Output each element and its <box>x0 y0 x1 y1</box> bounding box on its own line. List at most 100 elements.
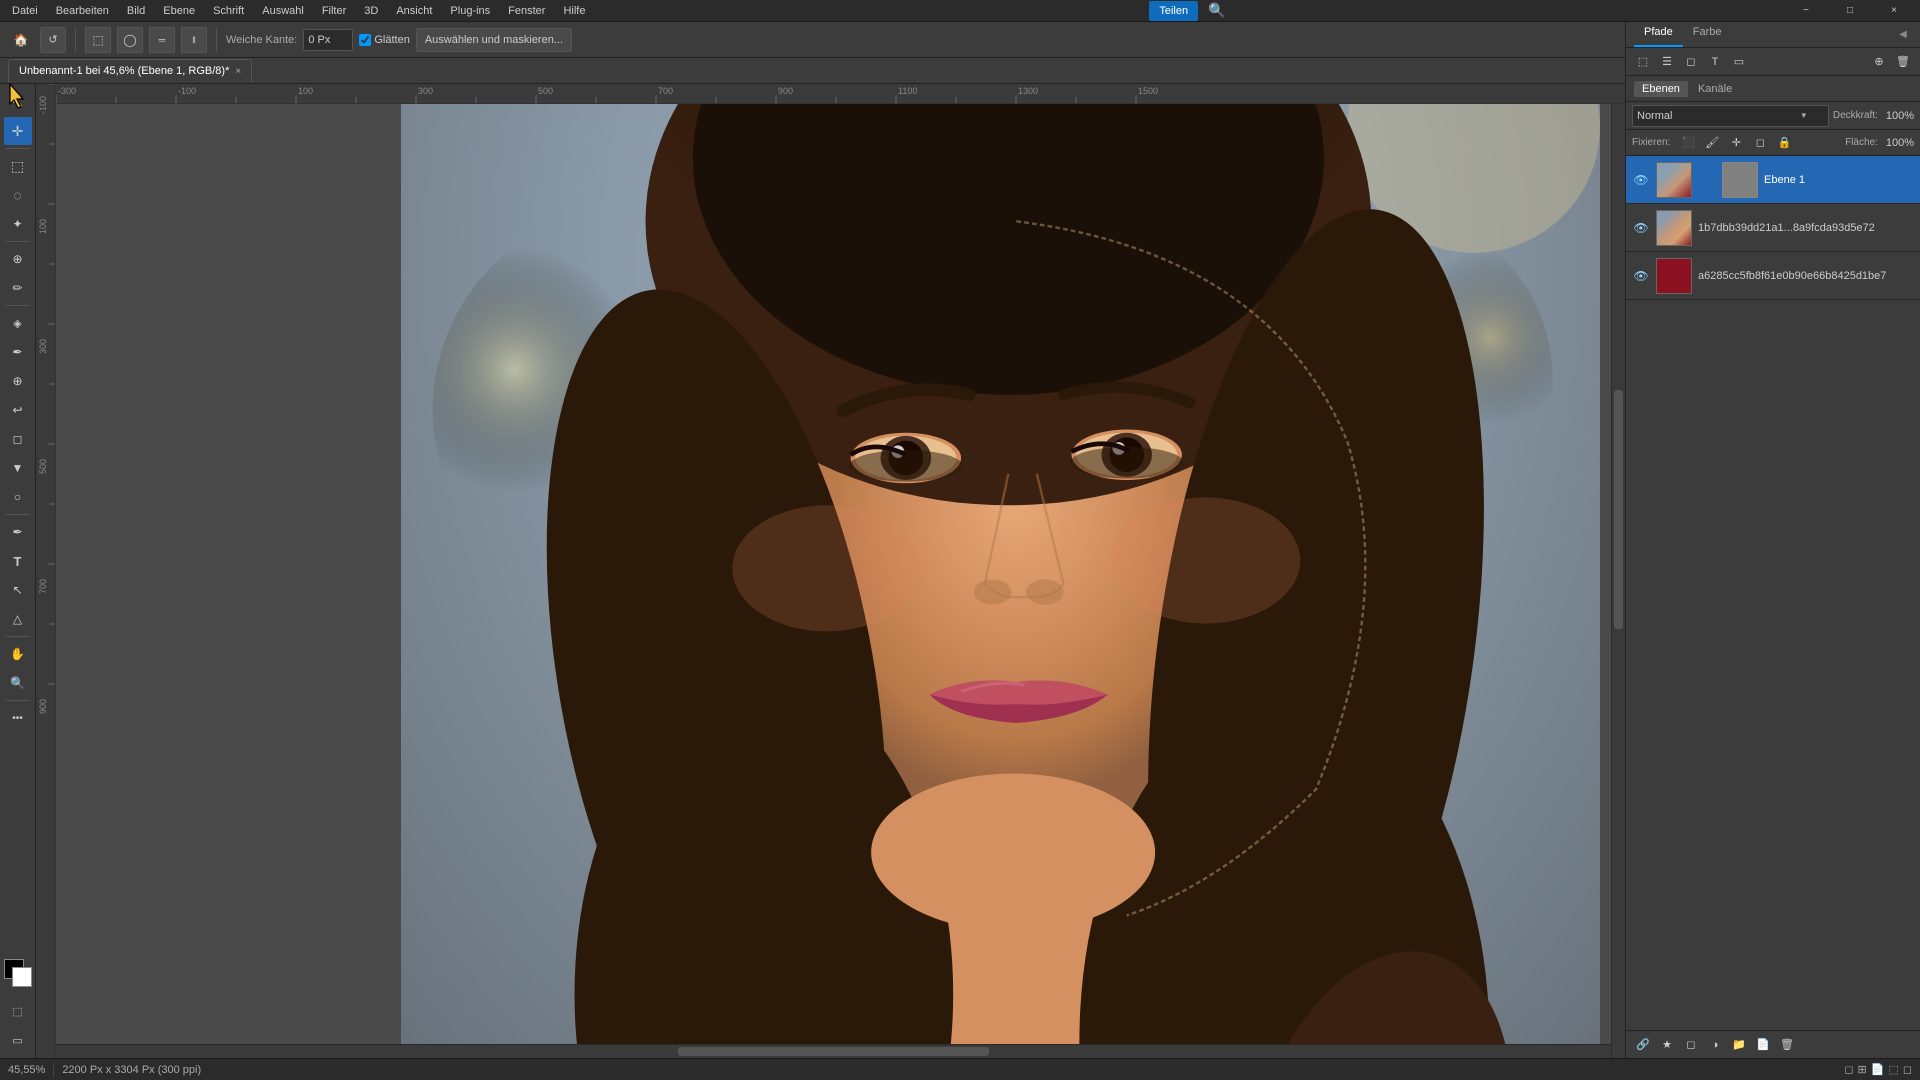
stamp-tool[interactable]: ⊕ <box>4 367 32 395</box>
dodge-tool[interactable]: ○ <box>4 483 32 511</box>
history-brush-tool[interactable]: ↩ <box>4 396 32 424</box>
glatten-checkbox[interactable]: Glätten <box>359 34 409 46</box>
search-icon[interactable]: 🔍 <box>1206 0 1228 22</box>
new-layer-from-path-icon[interactable]: ⬚ <box>1632 51 1654 73</box>
path-select-tool[interactable]: ↖ <box>4 576 32 604</box>
menu-auswahl[interactable]: Auswahl <box>254 3 312 19</box>
delete-icon[interactable]: 🗑 <box>1892 51 1914 73</box>
shape-tool[interactable]: △ <box>4 605 32 633</box>
document-dimensions: 2200 Px x 3304 Px (300 ppi) <box>62 1064 201 1076</box>
brush-tool[interactable]: ✒ <box>4 338 32 366</box>
layers-tab-ebenen[interactable]: Ebenen <box>1634 81 1688 97</box>
status-icon-2[interactable]: ⊞ <box>1858 1063 1867 1076</box>
svg-text:700: 700 <box>658 86 673 96</box>
create-group-icon[interactable]: T <box>1704 51 1726 73</box>
canvas-area[interactable] <box>56 104 1625 1058</box>
move-tool[interactable]: ✛ <box>4 117 32 145</box>
layer-thumbnail <box>1656 258 1692 294</box>
opacity-value[interactable]: 100% <box>1886 110 1914 122</box>
eyedropper-tool[interactable]: ✏ <box>4 274 32 302</box>
add-layer-mask-icon[interactable]: ◻ <box>1680 51 1702 73</box>
adjustment-layer-icon[interactable]: ▭ <box>1728 51 1750 73</box>
eraser-tool[interactable]: ◻ <box>4 425 32 453</box>
history-back-icon[interactable]: ↺ <box>40 27 66 53</box>
arrow-cursor-icon: ↖ <box>4 88 32 116</box>
lock-artboard-icon[interactable]: ◻ <box>1750 133 1770 153</box>
link-layers-icon[interactable]: 🔗 <box>1632 1034 1654 1056</box>
create-adjustment-icon[interactable]: ◑ <box>1704 1034 1726 1056</box>
close-button[interactable]: × <box>1872 0 1916 22</box>
single-row-icon[interactable]: ═ <box>149 27 175 53</box>
zoom-tool[interactable]: 🔍 <box>4 669 32 697</box>
delete-layer-icon[interactable]: 🗑 <box>1776 1034 1798 1056</box>
selection-tool[interactable]: ⬚ <box>4 152 32 180</box>
new-layer-bottom-icon[interactable]: 📄 <box>1752 1034 1774 1056</box>
document-tab[interactable]: Unbenannt-1 bei 45,6% (Ebene 1, RGB/8)* … <box>8 59 252 83</box>
menu-hilfe[interactable]: Hilfe <box>555 3 593 19</box>
status-icon-3[interactable]: 📄 <box>1871 1063 1885 1076</box>
panel-collapse-icon[interactable]: ◀ <box>1894 26 1912 44</box>
pen-tool[interactable]: ✒ <box>4 518 32 546</box>
tool-separator-6 <box>6 700 30 701</box>
lock-image-icon[interactable]: 🖌 <box>1702 133 1722 153</box>
add-mask-icon[interactable]: ◻ <box>1680 1034 1702 1056</box>
rect-select-icon[interactable]: ⬚ <box>85 27 111 53</box>
scrollbar-vertical[interactable] <box>1611 104 1625 1058</box>
new-layer-icon[interactable]: ☰ <box>1656 51 1678 73</box>
toolbar-separator-2 <box>216 28 217 52</box>
menu-ansicht[interactable]: Ansicht <box>388 3 440 19</box>
hand-tool[interactable]: ✋ <box>4 640 32 668</box>
tab-pfade[interactable]: Pfade <box>1634 22 1683 47</box>
magic-wand-tool[interactable]: ✦ <box>4 210 32 238</box>
status-icon-1[interactable]: ◻ <box>1844 1063 1853 1076</box>
menu-bild[interactable]: Bild <box>119 3 153 19</box>
menu-datei[interactable]: Datei <box>4 3 46 19</box>
crop-tool[interactable]: ⊕ <box>4 245 32 273</box>
layer-item[interactable]: 👁 1b7dbb39dd21a1...8a9fcda93d5e72 <box>1626 204 1920 252</box>
layers-list: 👁 Ebene 1 👁 1b7dbb39dd21a1...8a9fcda93d5… <box>1626 156 1920 1030</box>
tab-farbe[interactable]: Farbe <box>1683 22 1732 47</box>
status-icon-4[interactable]: ⬚ <box>1888 1063 1898 1076</box>
column-icon[interactable]: ‖ <box>181 27 207 53</box>
lock-position-icon[interactable]: ✛ <box>1726 133 1746 153</box>
circle-select-icon[interactable]: ◯ <box>117 27 143 53</box>
lock-all-icon[interactable]: 🔒 <box>1774 133 1794 153</box>
layer-visibility-icon[interactable]: 👁 <box>1632 219 1650 237</box>
minimize-button[interactable]: − <box>1784 0 1828 22</box>
menu-schrift[interactable]: Schrift <box>205 3 252 19</box>
menu-plugins[interactable]: Plug-ins <box>442 3 498 19</box>
menu-ebene[interactable]: Ebene <box>155 3 203 19</box>
auswaehlen-maskieren-button[interactable]: Auswählen und maskieren... <box>416 28 572 52</box>
status-icon-5[interactable]: ◻ <box>1903 1063 1912 1076</box>
tab-close-button[interactable]: × <box>235 66 241 77</box>
blend-mode-dropdown[interactable]: Normal ▼ <box>1632 105 1829 127</box>
home-icon[interactable]: 🏠 <box>8 27 34 53</box>
lock-transparent-icon[interactable]: ⬛ <box>1678 133 1698 153</box>
spot-heal-tool[interactable]: ◈ <box>4 309 32 337</box>
add-layer-style-icon[interactable]: ★ <box>1656 1034 1678 1056</box>
new-group-icon[interactable]: 📁 <box>1728 1034 1750 1056</box>
more-tools-button[interactable]: ••• <box>4 704 32 732</box>
menu-3d[interactable]: 3D <box>356 3 386 19</box>
fill-value[interactable]: 100% <box>1886 137 1914 149</box>
layer-item[interactable]: 👁 Ebene 1 <box>1626 156 1920 204</box>
gradient-tool[interactable]: ▼ <box>4 454 32 482</box>
quick-mask-button[interactable]: ⬚ <box>4 997 32 1025</box>
text-tool[interactable]: T <box>4 547 32 575</box>
layer-item[interactable]: 👁 a6285cc5fb8f61e0b90e66b8425d1be7 <box>1626 252 1920 300</box>
scrollbar-horizontal[interactable] <box>56 1044 1611 1058</box>
lasso-tool[interactable]: ◌ <box>4 181 32 209</box>
filter-icon[interactable]: ⊕ <box>1868 51 1890 73</box>
tool-separator-2 <box>6 241 30 242</box>
share-button[interactable]: Teilen <box>1149 1 1198 21</box>
weiche-kante-input[interactable] <box>303 29 353 51</box>
menu-fenster[interactable]: Fenster <box>500 3 553 19</box>
maximize-button[interactable]: □ <box>1828 0 1872 22</box>
layer-visibility-icon[interactable]: 👁 <box>1632 267 1650 285</box>
layer-visibility-icon[interactable]: 👁 <box>1632 171 1650 189</box>
change-screen-button[interactable]: ▭ <box>4 1026 32 1054</box>
menu-filter[interactable]: Filter <box>314 3 354 19</box>
layers-tab-kanaele[interactable]: Kanäle <box>1690 81 1740 97</box>
menu-bearbeiten[interactable]: Bearbeiten <box>48 3 117 19</box>
background-color[interactable] <box>12 967 32 987</box>
